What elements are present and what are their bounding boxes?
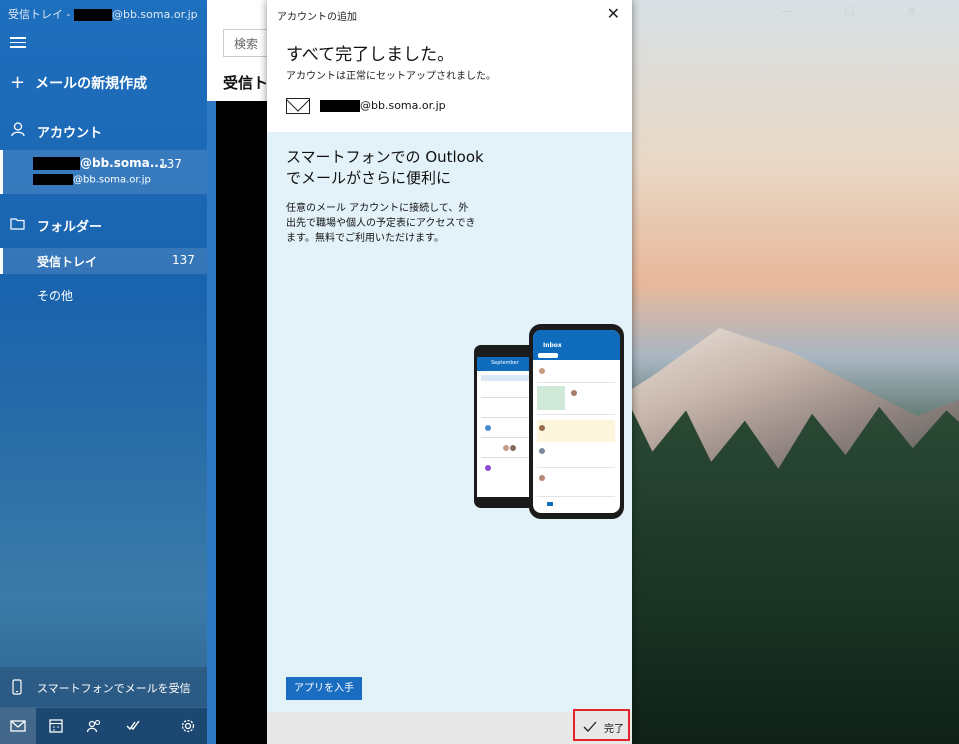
dialog-title: アカウントの追加 <box>277 12 357 23</box>
todo-icon[interactable] <box>124 717 142 735</box>
done-label: 完了 <box>604 724 624 735</box>
accounts-heading[interactable]: アカウント <box>37 122 102 141</box>
calendar-icon[interactable] <box>47 717 65 735</box>
redacted-text <box>33 157 80 170</box>
window-title-prefix: 受信トレイ - <box>8 8 74 21</box>
redacted-text <box>33 174 73 185</box>
people-icon[interactable] <box>85 717 103 735</box>
add-account-dialog: アカウントの追加 ✕ すべて完了しました。 アカウントは正常にセットアップされま… <box>267 0 632 744</box>
settings-gear-icon[interactable] <box>179 717 197 735</box>
window-title-domain: @bb.soma.or.jp <box>111 8 198 21</box>
folder-label-inbox: 受信トレイ <box>37 255 98 269</box>
folder-icon <box>10 218 25 230</box>
back-screen-title: September <box>491 360 519 366</box>
dialog-subheading: アカウントは正常にセットアップされました。 <box>286 71 496 82</box>
dialog-heading: すべて完了しました。 <box>286 45 455 65</box>
message-list-scroll-edge <box>207 101 216 744</box>
envelope-icon <box>286 98 310 114</box>
done-button[interactable]: 完了 <box>573 709 630 741</box>
account-name: @bb.soma.... <box>33 156 168 170</box>
message-list-redacted <box>216 101 268 744</box>
selected-indicator <box>0 248 3 274</box>
redacted-text <box>320 100 360 112</box>
account-unread-count: 137 <box>159 157 182 171</box>
selected-indicator <box>0 150 3 194</box>
window-title: 受信トレイ - @bb.soma.or.jp <box>8 6 198 22</box>
folder-count-inbox: 137 <box>172 253 195 267</box>
get-mail-on-phone-label: スマートフォンでメールを受信 <box>37 682 191 695</box>
folder-item-other[interactable]: その他 <box>37 287 73 304</box>
new-mail-button[interactable]: + メールの新規作成 <box>10 72 147 93</box>
promo-body: 任意のメール アカウントに接続して、外出先で職場や個人の予定表にアクセスできます… <box>286 203 476 244</box>
account-email: @bb.soma.or.jp <box>33 174 151 186</box>
promo-title: スマートフォンでの Outlook でメールがさらに便利に <box>286 148 484 187</box>
account-name-suffix: @bb.soma.... <box>80 156 168 170</box>
close-icon[interactable]: ✕ <box>607 4 620 23</box>
configured-email: @bb.soma.or.jp <box>320 99 446 112</box>
get-app-button[interactable]: アプリを入手 <box>286 677 362 700</box>
checkmark-icon <box>583 721 597 732</box>
configured-email-suffix: @bb.soma.or.jp <box>360 99 446 112</box>
message-list-header: 受信トレイ <box>223 74 268 92</box>
search-input[interactable]: 検索 <box>223 29 267 57</box>
phone-illustration-back: September <box>474 345 536 508</box>
account-email-suffix: @bb.soma.or.jp <box>73 174 151 186</box>
phone-illustration-front: Inbox <box>529 324 624 519</box>
person-icon <box>11 122 25 137</box>
folders-heading[interactable]: フォルダー <box>37 216 102 235</box>
plus-icon: + <box>10 72 26 93</box>
navigation-pane <box>0 0 207 744</box>
mail-icon[interactable] <box>9 717 27 735</box>
hamburger-menu-icon[interactable] <box>10 34 26 48</box>
smartphone-icon <box>12 679 22 695</box>
redacted-text <box>73 9 112 21</box>
new-mail-label: メールの新規作成 <box>35 76 148 92</box>
bottom-navigation <box>0 708 207 744</box>
front-screen-title: Inbox <box>543 342 562 349</box>
window-controls[interactable]: — ☐ ✕ <box>781 4 941 18</box>
